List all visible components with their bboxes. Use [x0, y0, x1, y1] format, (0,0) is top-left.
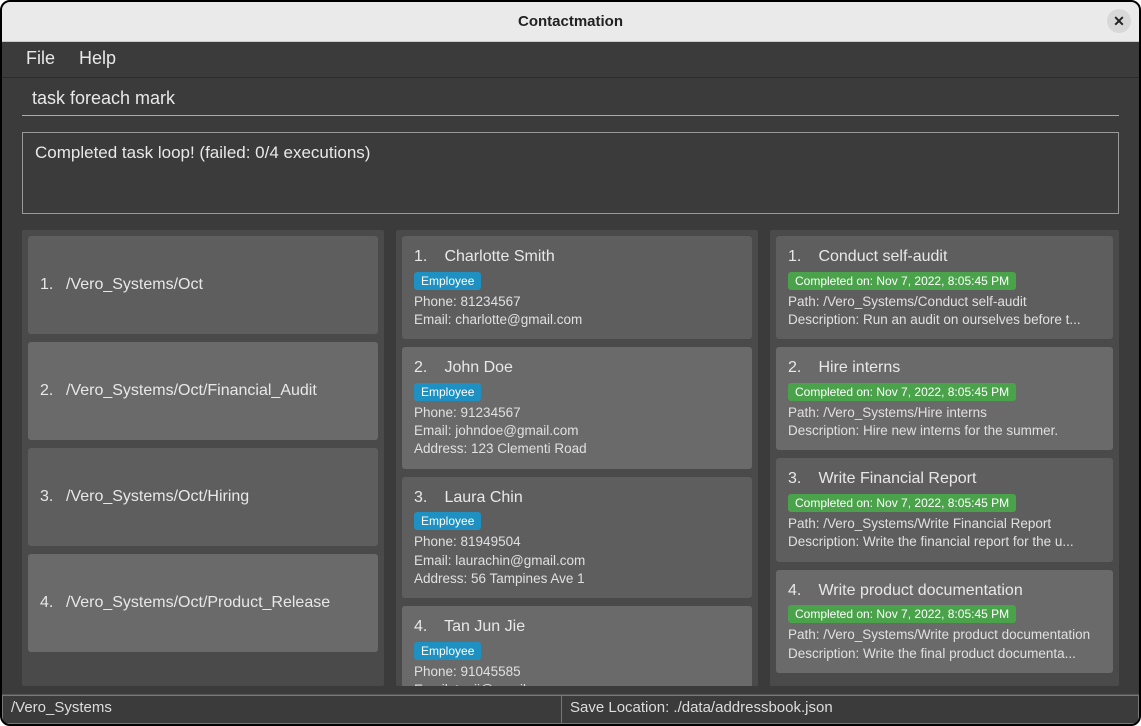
contact-index: 2.: [414, 357, 440, 379]
contact-index: 3.: [414, 487, 440, 509]
task-index: 3.: [788, 468, 814, 490]
menu-help[interactable]: Help: [79, 48, 116, 69]
completed-badge: Completed on: Nov 7, 2022, 8:05:45 PM: [788, 272, 1016, 290]
contact-phone: Phone: 81234567: [414, 293, 740, 311]
task-title: Write product documentation: [818, 582, 1022, 599]
result-message: Completed task loop! (failed: 0/4 execut…: [22, 132, 1119, 214]
contact-email: Email: johndoe@gmail.com: [414, 422, 740, 440]
task-desc: Description: Run an audit on ourselves b…: [788, 311, 1101, 329]
group-item[interactable]: 4. /Vero_Systems/Oct/Product_Release: [28, 554, 378, 652]
task-index: 2.: [788, 357, 814, 379]
contact-phone: Phone: 81949504: [414, 533, 740, 551]
menubar: File Help: [2, 42, 1139, 78]
contact-item[interactable]: 2. John Doe Employee Phone: 91234567 Ema…: [402, 347, 752, 468]
group-index: 4.: [40, 592, 66, 614]
employee-badge: Employee: [414, 383, 481, 401]
menu-file[interactable]: File: [26, 48, 55, 69]
titlebar: Contactmation ✕: [2, 2, 1139, 42]
completed-badge: Completed on: Nov 7, 2022, 8:05:45 PM: [788, 383, 1016, 401]
group-item[interactable]: 2. /Vero_Systems/Oct/Financial_Audit: [28, 342, 378, 440]
task-desc: Description: Write the financial report …: [788, 533, 1101, 551]
group-path: /Vero_Systems/Oct/Product_Release: [66, 592, 330, 614]
task-title: Conduct self-audit: [818, 248, 947, 265]
task-path: Path: /Vero_Systems/Hire interns: [788, 404, 1101, 422]
statusbar: /Vero_Systems Save Location: ./data/addr…: [2, 694, 1139, 724]
employee-badge: Employee: [414, 512, 481, 530]
status-path: /Vero_Systems: [2, 695, 562, 724]
employee-badge: Employee: [414, 642, 481, 660]
task-item[interactable]: 4. Write product documentation Completed…: [776, 570, 1113, 673]
group-item[interactable]: 1. /Vero_Systems/Oct: [28, 236, 378, 334]
group-item[interactable]: 3. /Vero_Systems/Oct/Hiring: [28, 448, 378, 546]
contact-phone: Phone: 91234567: [414, 404, 740, 422]
contact-item[interactable]: 4. Tan Jun Jie Employee Phone: 91045585 …: [402, 606, 752, 686]
close-icon: ✕: [1113, 13, 1125, 30]
group-path: /Vero_Systems/Oct/Hiring: [66, 486, 249, 508]
contact-address: Address: 56 Tampines Ave 1: [414, 570, 740, 588]
command-input[interactable]: [22, 80, 1119, 116]
task-path: Path: /Vero_Systems/Write Financial Repo…: [788, 515, 1101, 533]
employee-badge: Employee: [414, 272, 481, 290]
contact-email: Email: charlotte@gmail.com: [414, 311, 740, 329]
task-item[interactable]: 3. Write Financial Report Completed on: …: [776, 458, 1113, 561]
group-index: 1.: [40, 274, 66, 296]
app-window: Contactmation ✕ File Help Completed task…: [0, 0, 1141, 726]
task-desc: Description: Write the final product doc…: [788, 645, 1101, 663]
task-index: 4.: [788, 580, 814, 602]
task-title: Write Financial Report: [818, 470, 976, 487]
completed-badge: Completed on: Nov 7, 2022, 8:05:45 PM: [788, 605, 1016, 623]
contact-item[interactable]: 3. Laura Chin Employee Phone: 81949504 E…: [402, 477, 752, 598]
task-item[interactable]: 1. Conduct self-audit Completed on: Nov …: [776, 236, 1113, 339]
completed-badge: Completed on: Nov 7, 2022, 8:05:45 PM: [788, 494, 1016, 512]
contact-index: 1.: [414, 246, 440, 268]
contact-phone: Phone: 91045585: [414, 663, 740, 681]
group-index: 2.: [40, 380, 66, 402]
contact-address: Address: 123 Clementi Road: [414, 440, 740, 458]
window-title: Contactmation: [518, 13, 623, 30]
contact-email: Email: laurachin@gmail.com: [414, 552, 740, 570]
group-list[interactable]: 1. /Vero_Systems/Oct 2. /Vero_Systems/Oc…: [22, 230, 384, 686]
status-save-location: Save Location: ./data/addressbook.json: [562, 695, 1139, 724]
close-button[interactable]: ✕: [1107, 9, 1131, 33]
group-path: /Vero_Systems/Oct/Financial_Audit: [66, 380, 317, 402]
task-path: Path: /Vero_Systems/Write product docume…: [788, 626, 1101, 644]
task-index: 1.: [788, 246, 814, 268]
contact-email: Email: tanjj@gmail.com: [414, 681, 740, 686]
contact-name: Tan Jun Jie: [444, 618, 525, 635]
task-path: Path: /Vero_Systems/Conduct self-audit: [788, 293, 1101, 311]
contact-name: John Doe: [444, 359, 513, 376]
contact-index: 4.: [414, 616, 440, 638]
content-columns: 1. /Vero_Systems/Oct 2. /Vero_Systems/Oc…: [2, 222, 1139, 694]
contact-item[interactable]: 1. Charlotte Smith Employee Phone: 81234…: [402, 236, 752, 339]
task-list[interactable]: 1. Conduct self-audit Completed on: Nov …: [770, 230, 1119, 686]
group-index: 3.: [40, 486, 66, 508]
task-item[interactable]: 2. Hire interns Completed on: Nov 7, 202…: [776, 347, 1113, 450]
contact-list[interactable]: 1. Charlotte Smith Employee Phone: 81234…: [396, 230, 758, 686]
task-desc: Description: Hire new interns for the su…: [788, 422, 1101, 440]
contact-name: Laura Chin: [444, 489, 522, 506]
contact-name: Charlotte Smith: [444, 248, 554, 265]
group-path: /Vero_Systems/Oct: [66, 274, 203, 296]
task-title: Hire interns: [818, 359, 900, 376]
command-wrap: [2, 78, 1139, 116]
